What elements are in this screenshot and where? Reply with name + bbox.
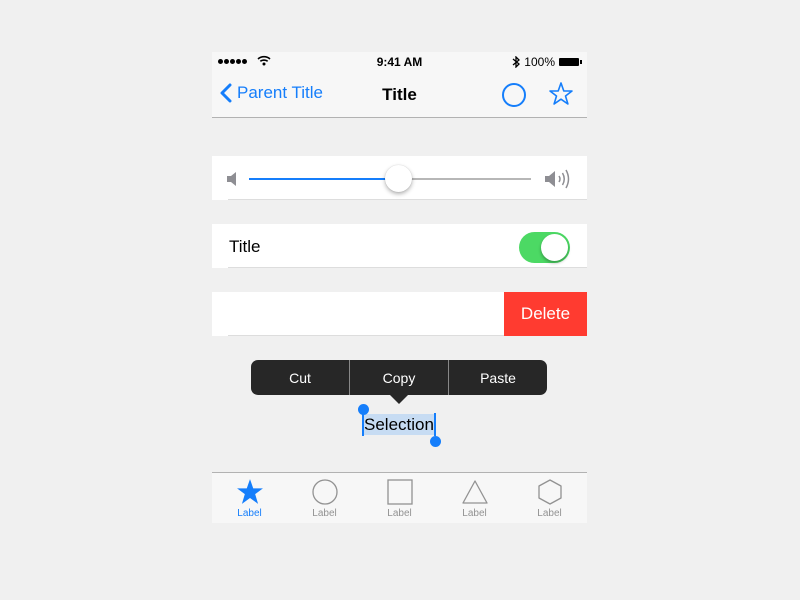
battery-icon [559, 58, 582, 66]
menu-item-copy[interactable]: Copy [349, 360, 448, 395]
menu-item-cut[interactable]: Cut [251, 360, 349, 395]
triangle-icon [461, 480, 488, 504]
delete-button[interactable]: Delete [504, 292, 587, 336]
circle-icon [311, 479, 338, 505]
slider-thumb[interactable] [384, 165, 412, 192]
chevron-left-icon [220, 83, 232, 103]
selected-text[interactable]: Selection [362, 414, 436, 435]
tab-label: Label [387, 508, 412, 519]
volume-high-icon [545, 169, 570, 189]
square-icon [386, 479, 413, 505]
toggle-row-title: Title [229, 237, 261, 256]
volume-low-icon [227, 172, 236, 186]
swipe-delete-row: Delete [212, 292, 587, 336]
menu-item-paste[interactable]: Paste [448, 360, 547, 395]
tab-label: Label [537, 508, 562, 519]
tab-label: Label [312, 508, 337, 519]
star-icon[interactable] [548, 81, 574, 107]
tab-4[interactable]: Label [437, 473, 512, 523]
toggle-knob [541, 234, 568, 261]
selection-start-handle[interactable] [358, 404, 369, 415]
toggle-row: Title [212, 224, 587, 268]
tab-label: Label [462, 508, 487, 519]
selection-end-handle[interactable] [430, 436, 441, 447]
battery-percent: 100% [524, 55, 555, 69]
tab-2[interactable]: Label [287, 473, 362, 523]
star-icon [236, 479, 263, 504]
edit-menu-arrow [390, 395, 408, 404]
phone-screen: 9:41 AM 100% Parent Title Title Title De… [212, 52, 587, 523]
bluetooth-icon [512, 56, 521, 68]
tab-1[interactable]: Label [212, 473, 287, 523]
status-bar: 9:41 AM 100% [212, 52, 587, 72]
selection-start-caret [362, 413, 364, 436]
back-button-label: Parent Title [237, 83, 323, 102]
selection-end-caret [434, 413, 436, 436]
tab-3[interactable]: Label [362, 473, 437, 523]
tab-5[interactable]: Label [512, 473, 587, 523]
back-button[interactable]: Parent Title [220, 83, 323, 103]
circle-icon[interactable] [502, 83, 526, 107]
slider-fill [249, 178, 399, 180]
tab-label: Label [237, 508, 262, 519]
edit-menu: Cut Copy Paste [251, 360, 547, 395]
hexagon-icon [537, 479, 562, 505]
volume-slider-row [212, 156, 587, 200]
toggle-switch[interactable] [519, 232, 570, 263]
navigation-bar: Parent Title Title [212, 72, 587, 118]
tab-bar: Label Label Label Label Label [212, 472, 587, 523]
